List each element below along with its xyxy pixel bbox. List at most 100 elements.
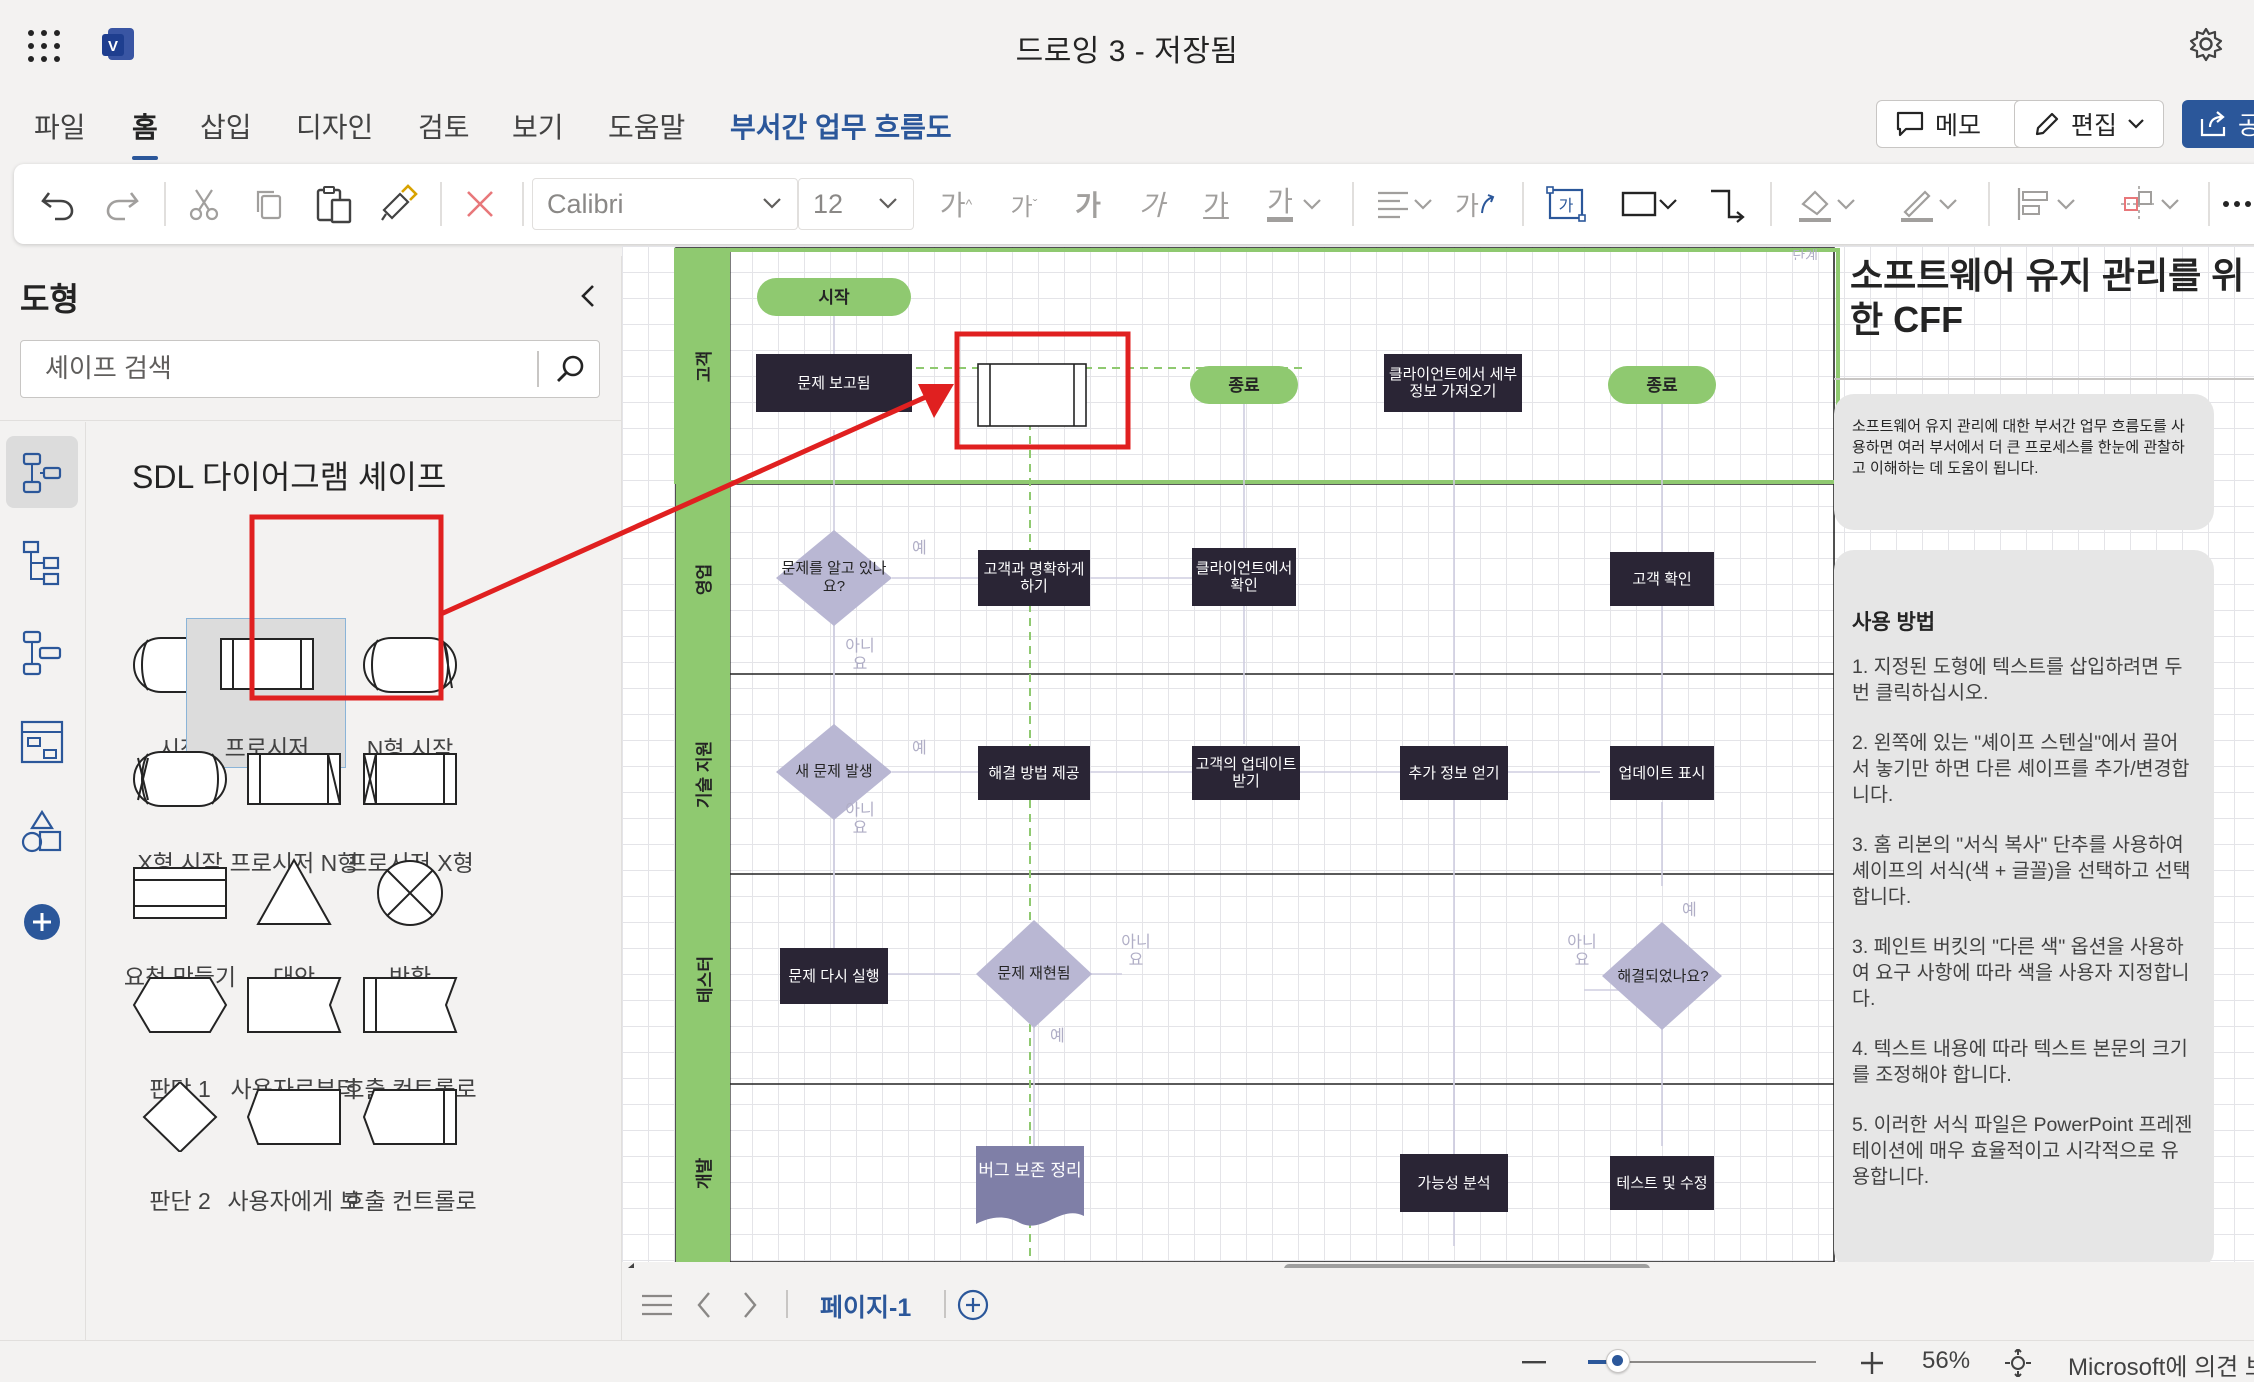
zoom-level[interactable]: 56% bbox=[1922, 1347, 1970, 1375]
lane-label-development[interactable]: 개발 bbox=[676, 1084, 730, 1262]
zoom-in-icon[interactable] bbox=[1860, 1351, 1884, 1375]
scrollbar-thumb[interactable] bbox=[1284, 1264, 1650, 1268]
node-end-1[interactable]: 종료 bbox=[1190, 366, 1298, 404]
shape-search-input[interactable] bbox=[21, 341, 537, 396]
call-controller-2-shape-icon bbox=[362, 1089, 457, 1145]
node-problem-reported[interactable]: 문제 보고됨 bbox=[756, 354, 912, 412]
node-resolved[interactable]: 해결되었나요? bbox=[1608, 960, 1718, 994]
italic-button[interactable]: 가 bbox=[1130, 182, 1174, 226]
lane-label-sales[interactable]: 영업 bbox=[676, 484, 730, 674]
connector-label-yes: 예 bbox=[1050, 1028, 1065, 1045]
node-customer-update[interactable]: 고객의 업데이트 받기 bbox=[1192, 746, 1300, 800]
node-know-problem[interactable]: 문제를 알고 있나요? bbox=[776, 554, 892, 602]
text-box-button[interactable]: 가 bbox=[1544, 182, 1588, 226]
align-text-button[interactable] bbox=[1370, 182, 1440, 226]
node-end-2[interactable]: 종료 bbox=[1608, 366, 1716, 404]
settings-gear-icon[interactable] bbox=[2188, 26, 2224, 62]
rectangle-icon bbox=[1621, 191, 1657, 217]
copy-icon[interactable] bbox=[248, 182, 288, 226]
tab-cross-functional-flowchart[interactable]: 부서간 업무 흐름도 bbox=[730, 106, 952, 146]
edit-mode-button[interactable]: 편집 bbox=[2014, 100, 2164, 148]
procedure-n-shape-icon bbox=[247, 753, 341, 805]
text-direction-button[interactable]: 가 bbox=[1452, 182, 1500, 226]
grow-font-button[interactable]: 가 ^ bbox=[932, 182, 980, 226]
drawing-page[interactable]: 고객 영업 기술 지원 테스터 개발 단계 시작 문제 보고됨 종료 클라이언트… bbox=[622, 246, 2254, 1268]
node-client-confirm[interactable]: 클라이언트에서 확인 bbox=[1192, 548, 1296, 606]
cut-icon[interactable] bbox=[184, 182, 224, 226]
add-stencil-icon[interactable] bbox=[6, 886, 78, 958]
format-painter-icon[interactable] bbox=[376, 182, 420, 226]
horizontal-scrollbar[interactable] bbox=[622, 1262, 2254, 1268]
connector-label-no: 아니요 bbox=[1567, 934, 1597, 969]
underline-button[interactable]: 가 bbox=[1194, 182, 1238, 226]
node-rerun-problem[interactable]: 문제 다시 실행 bbox=[780, 948, 888, 1004]
node-show-update[interactable]: 업데이트 표시 bbox=[1610, 746, 1714, 800]
lane-label-customer[interactable]: 고객 bbox=[676, 248, 730, 484]
tab-help[interactable]: 도움말 bbox=[608, 106, 685, 146]
lane-label-tester[interactable]: 테스터 bbox=[676, 874, 730, 1084]
font-family-select[interactable]: Calibri bbox=[532, 178, 798, 230]
node-feasibility[interactable]: 가능성 분석 bbox=[1400, 1154, 1508, 1212]
tab-home[interactable]: 홈 bbox=[132, 106, 158, 160]
position-button[interactable] bbox=[2112, 182, 2188, 226]
drawing-canvas[interactable]: 고객 영업 기술 지원 테스터 개발 단계 시작 문제 보고됨 종료 클라이언트… bbox=[622, 246, 2254, 1268]
bold-glyph: 가 bbox=[1075, 190, 1101, 221]
node-provide-solution[interactable]: 해결 방법 제공 bbox=[978, 746, 1090, 800]
line-color-button[interactable] bbox=[1890, 182, 1966, 226]
feedback-link[interactable]: Microsoft에 의견 보 bbox=[2068, 1347, 2254, 1382]
tab-design[interactable]: 디자인 bbox=[296, 106, 373, 146]
scroll-left-arrow-icon[interactable] bbox=[626, 1262, 636, 1268]
add-page-icon[interactable] bbox=[956, 1288, 990, 1322]
share-button[interactable]: 공 bbox=[2182, 100, 2254, 148]
tab-insert[interactable]: 삽입 bbox=[200, 106, 252, 146]
shape-call-controller-2[interactable]: 호출 컨트롤로 bbox=[330, 1072, 490, 1222]
paste-icon[interactable] bbox=[312, 182, 356, 226]
all-pages-menu-icon[interactable] bbox=[640, 1292, 674, 1318]
zoom-out-icon[interactable] bbox=[1522, 1361, 1546, 1365]
node-start[interactable]: 시작 bbox=[757, 278, 911, 316]
bold-button[interactable]: 가 bbox=[1066, 182, 1110, 226]
tab-view[interactable]: 보기 bbox=[512, 106, 564, 146]
font-size-select[interactable]: 12 bbox=[798, 178, 914, 230]
node-customer-confirm[interactable]: 고객 확인 bbox=[1610, 552, 1714, 606]
stencil-cross-functional-icon[interactable] bbox=[6, 616, 78, 688]
connector-button[interactable] bbox=[1706, 182, 1750, 226]
undo-icon[interactable] bbox=[38, 182, 78, 226]
node-test-and-fix[interactable]: 테스트 및 수정 bbox=[1610, 1156, 1714, 1210]
chevron-down-icon bbox=[1414, 199, 1432, 210]
lane-label-text: 영업 bbox=[695, 563, 715, 595]
more-options-icon[interactable] bbox=[2220, 182, 2254, 226]
tab-review[interactable]: 검토 bbox=[418, 106, 470, 146]
text-direction-glyph: 가 bbox=[1455, 190, 1479, 221]
stencil-basic-flowchart-icon[interactable] bbox=[6, 526, 78, 598]
fill-color-button[interactable] bbox=[1788, 182, 1864, 226]
search-icon[interactable] bbox=[555, 353, 587, 385]
previous-page-icon[interactable] bbox=[694, 1290, 714, 1320]
shrink-font-button[interactable]: 가ˇ bbox=[1000, 182, 1048, 226]
share-label: 공 bbox=[2238, 112, 2254, 140]
node-bug-report[interactable]: 버그 보존 정리 bbox=[976, 1148, 1084, 1194]
node-problem-reproduced[interactable]: 문제 재현됨 bbox=[976, 962, 1092, 986]
font-color-button[interactable]: 가 bbox=[1258, 182, 1332, 226]
fit-to-window-icon[interactable] bbox=[2004, 1349, 2032, 1377]
page-tab-1[interactable]: 페이지-1 bbox=[820, 1288, 911, 1324]
zoom-slider-thumb[interactable] bbox=[1606, 1349, 1630, 1373]
next-page-icon[interactable] bbox=[740, 1290, 760, 1320]
shape-rectangle-button[interactable] bbox=[1610, 182, 1690, 226]
stencil-basic-shapes-icon[interactable] bbox=[6, 796, 78, 868]
stencil-layout-icon[interactable] bbox=[6, 706, 78, 778]
chevron-down-icon bbox=[763, 198, 781, 209]
node-new-problem[interactable]: 새 문제 발생 bbox=[786, 752, 882, 792]
node-get-client-info[interactable]: 클라이언트에서 세부 정보 가져오기 bbox=[1384, 354, 1522, 412]
node-clarify-with-customer[interactable]: 고객과 명확하게 하기 bbox=[978, 550, 1090, 606]
redo-icon[interactable] bbox=[102, 182, 142, 226]
shape-search-box[interactable] bbox=[20, 340, 600, 398]
align-shapes-button[interactable] bbox=[2008, 182, 2084, 226]
node-get-more-info[interactable]: 추가 정보 얻기 bbox=[1400, 746, 1508, 800]
collapse-panel-chevron-icon[interactable] bbox=[578, 282, 598, 310]
stencil-sdl-icon[interactable] bbox=[6, 436, 78, 508]
tab-file[interactable]: 파일 bbox=[34, 106, 86, 146]
lane-label-tech-support[interactable]: 기술 지원 bbox=[676, 674, 730, 874]
edit-label: 편집 bbox=[2071, 112, 2118, 140]
delete-icon[interactable] bbox=[460, 182, 500, 226]
